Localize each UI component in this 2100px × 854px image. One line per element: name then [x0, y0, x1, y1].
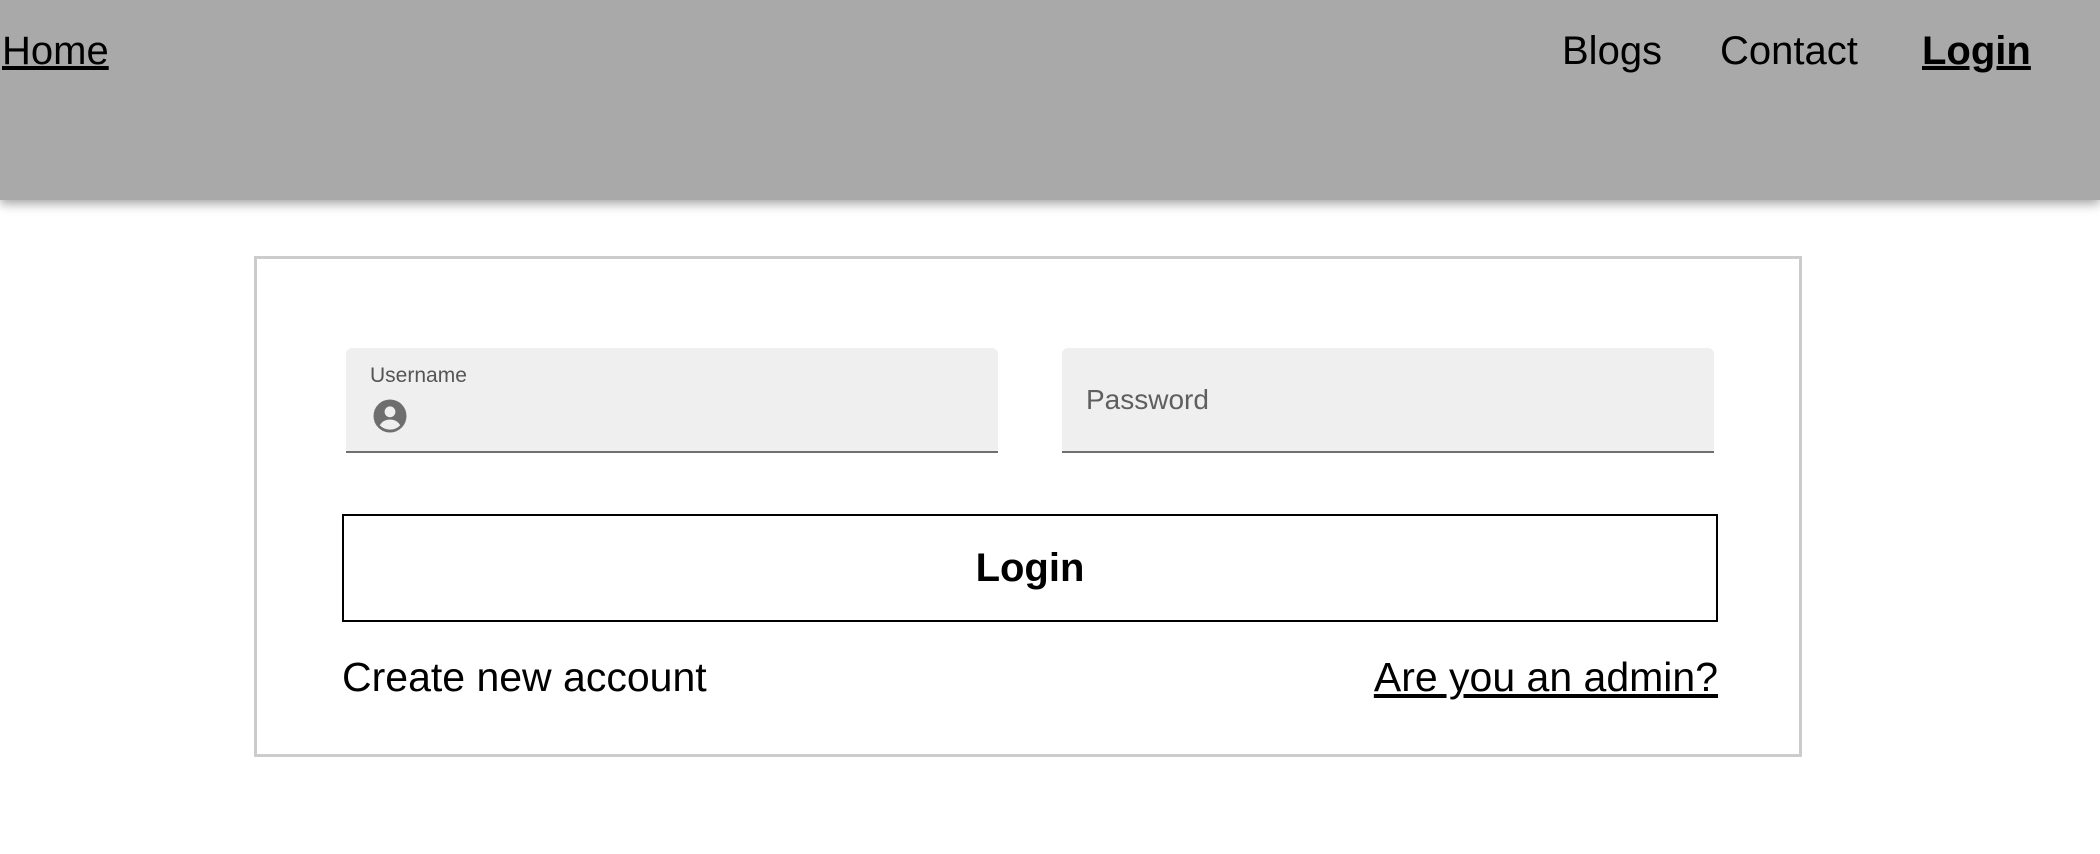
nav-home-link[interactable]: Home: [2, 28, 109, 74]
create-account-link[interactable]: Create new account: [342, 654, 707, 700]
nav-blogs-link[interactable]: Blogs: [1562, 28, 1662, 74]
username-label: Username: [370, 364, 467, 387]
top-nav-bar: Home Blogs Contact Login: [0, 0, 2100, 200]
username-field[interactable]: Username: [346, 348, 998, 453]
account-circle-icon: [372, 398, 408, 434]
nav-login-link[interactable]: Login: [1922, 28, 2031, 74]
nav-contact-link[interactable]: Contact: [1720, 28, 1858, 74]
password-placeholder: Password: [1086, 384, 1209, 415]
password-field[interactable]: Password: [1062, 348, 1714, 453]
login-button[interactable]: Login: [342, 514, 1718, 622]
admin-login-link[interactable]: Are you an admin?: [1374, 654, 1718, 700]
